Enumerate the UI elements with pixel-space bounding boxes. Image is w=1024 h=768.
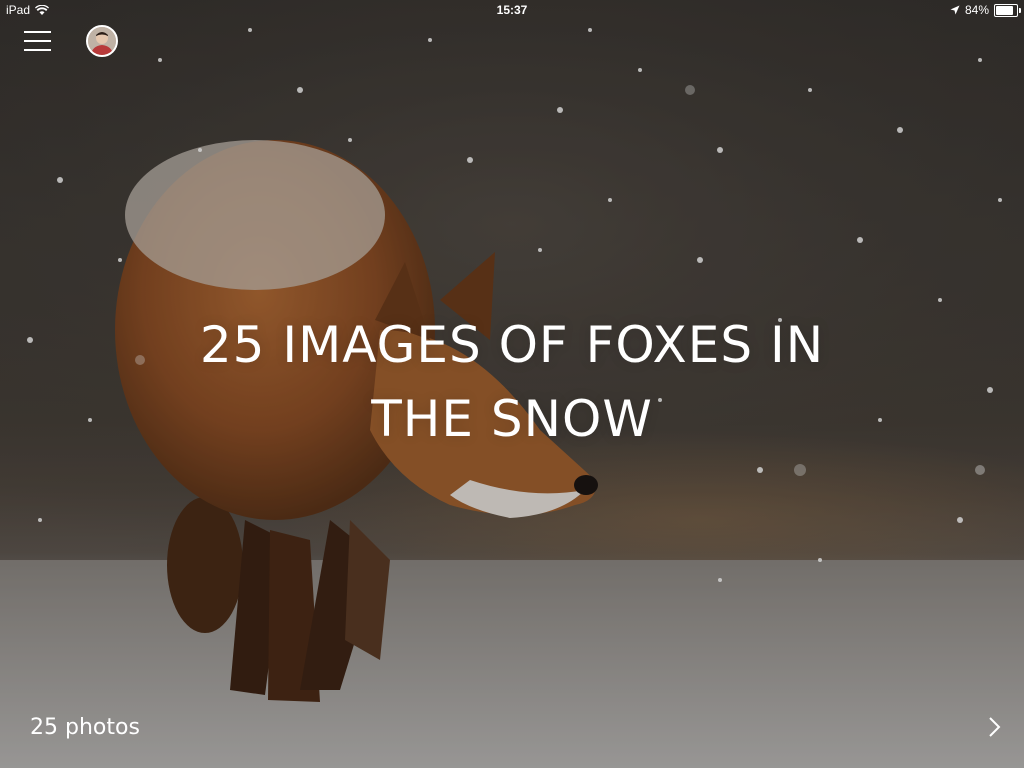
menu-line-top [24,31,51,33]
status-time: 15:37 [496,3,528,17]
article-title: 25 IMAGES OF FOXES IN THE SNOW [112,308,912,456]
chevron-right-icon [989,717,1001,737]
location-arrow-icon [950,5,960,15]
next-button[interactable] [978,710,1010,744]
hamburger-menu-button[interactable] [22,28,54,56]
article-title-line-2: THE SNOW [371,390,653,448]
battery-icon [994,3,1021,17]
menu-line-bottom [24,49,51,51]
status-bar: iPad 15:37 84% [0,0,1024,20]
user-avatar[interactable] [86,25,118,57]
article-cover-screen: iPad 15:37 84% 25 IMAGES OF FOXES IN THE… [0,0,1024,768]
battery-percent: 84% [964,3,989,17]
photo-count-link[interactable]: 25 photos [30,715,140,740]
avatar-person-icon [88,27,116,55]
article-title-line-1: 25 IMAGES OF FOXES IN [199,316,825,374]
status-right: 84% [950,3,1021,17]
menu-line-middle [24,40,51,42]
battery-level-fill [996,5,1013,15]
